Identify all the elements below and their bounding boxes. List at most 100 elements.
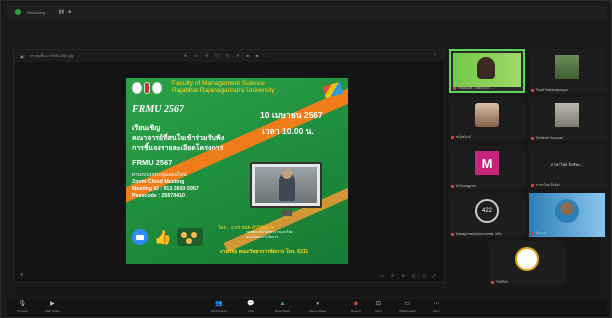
share-header: ▣ ประชุมชี้แจง FRMU2567.jpg ⊕ ⊖ ⟲ ▢ ✎ ✐ … — [14, 50, 444, 62]
zoom-out-small-icon[interactable]: ⊖ — [391, 273, 394, 278]
university-logo-icon — [132, 82, 142, 94]
participant-photo — [475, 103, 499, 127]
invite-line3: การชี้แจงรายละเอียดโครงการ — [132, 145, 224, 152]
participant-name: ManagementUmnmumsis. MSc — [451, 232, 502, 236]
meeting-people-icon — [177, 228, 204, 246]
frmu-logo-icon — [152, 82, 162, 94]
faculty-name: Faculty of Management Science Rajabhat R… — [172, 80, 275, 94]
slide-image: Faculty of Management Science Rajabhat R… — [126, 78, 348, 264]
more-icon[interactable]: … — [265, 53, 269, 58]
participant-video — [477, 57, 495, 79]
title-bar: Recording... ▮▮ ■ — [7, 5, 607, 19]
signature-line2: คณะวิทยาการจัดการ — [246, 235, 279, 239]
fullscreen-icon[interactable]: ⤢ — [433, 273, 436, 278]
unmute-label: Unmute — [17, 309, 28, 313]
participant-tile[interactable]: ชนัตต์นงค์ — [449, 97, 525, 141]
close-icon[interactable]: × — [433, 52, 436, 58]
participants-button[interactable]: 👥 Participants — [211, 301, 227, 313]
recording-dot-icon — [15, 9, 21, 15]
zoom-app-icon — [132, 229, 148, 245]
rotate-icon[interactable]: ⟲ — [205, 53, 208, 58]
participant-tile[interactable]: M M.Duangporn — [449, 145, 525, 189]
monitor-stand — [282, 210, 292, 216]
draw-icon[interactable]: ✐ — [236, 53, 239, 58]
fit-icon[interactable]: ▭ — [380, 273, 384, 278]
meeting-info: ผ่านระบบประชุมออนไลน์ Zoom Cloud Meeting… — [132, 172, 199, 200]
shared-file-name: ประชุมชี้แจง FRMU2567.jpg — [29, 54, 74, 58]
participant-tile[interactable]: ปิยมาศ — [529, 193, 605, 237]
passcode: Passcode : 25670410 — [132, 193, 186, 199]
participant-tile[interactable]: Suthinart Supanan — [529, 97, 605, 141]
faculty-logo-icon — [144, 82, 150, 94]
thumbs-up-icon: 👍 — [154, 228, 172, 245]
start-video-label: Start Video — [45, 309, 60, 313]
participant-tile[interactable]: Passcode : 25670410 ... — [449, 49, 525, 93]
window-title: Recording... — [27, 9, 49, 15]
viewer-footer: ⚙ ▭ ⊖ ⊕ ◫ ◻ ⤢ — [14, 268, 444, 282]
participant-tile[interactable]: FMRMS — [489, 241, 565, 285]
participant-photo — [555, 55, 579, 79]
zoom-in-icon[interactable]: ⊕ — [184, 53, 187, 58]
whiteboard-icon: ▭ — [404, 301, 411, 307]
presenter-head — [282, 169, 292, 179]
settings-icon[interactable]: ⚙ — [20, 272, 24, 277]
participant-name: M.Duangporn — [451, 184, 476, 188]
apps-button[interactable]: ⊡ Apps — [375, 301, 382, 313]
zoom-out-icon[interactable]: ⊖ — [194, 53, 197, 58]
shared-screen: ▣ ประชุมชี้แจง FRMU2567.jpg ⊕ ⊖ ⟲ ▢ ✎ ✐ … — [13, 49, 445, 283]
faculty-line2: Rajabhat Rajanagarindra University — [172, 87, 275, 94]
whiteboards-label: Whiteboards — [399, 309, 416, 313]
color-pink-icon[interactable]: ■ — [247, 53, 249, 58]
share-screen-icon: ▲ — [279, 301, 286, 307]
monitor-screen — [255, 167, 317, 203]
event-title: FRMU 2567 — [132, 104, 184, 115]
record-icon: ◉ — [353, 301, 359, 307]
participant-photo — [555, 199, 579, 223]
participant-tile[interactable]: ภาษาไทย ยิ่งชัยะ... ภาษาไทย ยิ่งชัยะ — [529, 145, 605, 189]
stop-recording-icon[interactable]: ■ — [68, 9, 71, 15]
zoom-window: Recording... ▮▮ ■ ▣ ประชุมชี้แจง FRMU256… — [0, 0, 612, 318]
pause-share-button[interactable]: ⏸ Pause Share — [309, 301, 326, 313]
start-video-button[interactable]: ▶ Start Video — [45, 301, 60, 313]
participant-gallery: Passcode : 25670410 ... Piyad Rattanapon… — [449, 49, 605, 289]
color-blue-icon[interactable]: ■ — [256, 53, 258, 58]
app-icon: ▣ — [20, 53, 24, 59]
pause-icon: ⏸ — [316, 301, 320, 307]
invite-line2: คณาจารย์ที่สนใจเข้าร่วมรับฟัง — [132, 135, 225, 142]
participants-icon: 👥 — [215, 301, 223, 307]
participant-name: Passcode : 25670410 ... — [453, 86, 494, 90]
window-icon[interactable]: ◻ — [422, 273, 425, 278]
info-line2: Zoom Cloud Meeting — [132, 179, 185, 185]
avatar: M — [475, 151, 499, 175]
whiteboards-button[interactable]: ▭ Whiteboards — [399, 301, 416, 313]
slide-footer: งานวิจัย คณะวิทยาการจัดการ โทร. 6211 — [220, 249, 309, 255]
participant-name: ภาษาไทย ยิ่งชัยะ — [531, 183, 560, 188]
zoom-in-small-icon[interactable]: ⊕ — [401, 273, 404, 278]
participant-photo — [555, 103, 579, 127]
record-button[interactable]: ◉ Record — [351, 301, 361, 313]
participant-logo: 422 — [475, 199, 499, 223]
invite-line1: เรียนเชิญ — [132, 125, 161, 132]
participant-tile[interactable]: 422 ManagementUmnmumsis. MSc — [449, 193, 525, 237]
split-icon[interactable]: ◫ — [412, 273, 416, 278]
more-label: More — [433, 309, 440, 313]
faculty-line1: Faculty of Management Science — [172, 80, 265, 87]
microphone-icon: 🎙 — [18, 301, 27, 307]
record-label: Record — [351, 309, 361, 313]
more-dots-icon: ⋯ — [433, 301, 440, 307]
chat-button[interactable]: 💬 Chat — [247, 301, 254, 313]
participant-tile[interactable]: Piyad Rattanapongsa — [529, 49, 605, 93]
edit-icon[interactable]: ✎ — [226, 53, 229, 58]
participant-logo — [515, 247, 539, 271]
participant-name: ปิยมาศ — [531, 231, 546, 236]
unmute-button[interactable]: 🎙 Unmute — [17, 301, 28, 313]
pause-recording-icon[interactable]: ▮▮ — [59, 9, 65, 15]
monitor-image — [250, 162, 322, 216]
video-camera-icon: ▶ — [50, 301, 55, 307]
meeting-id: Meeting ID : 913 3693 5957 — [132, 186, 199, 192]
crop-icon[interactable]: ▢ — [215, 53, 219, 58]
viewer-toolbar: ⊕ ⊖ ⟲ ▢ ✎ ✐ ■ ■ … — [184, 53, 269, 58]
more-button[interactable]: ⋯ More — [433, 301, 440, 313]
new-share-button[interactable]: ▲ New Share — [275, 301, 290, 313]
participant-name: ชนัตต์นงค์ — [451, 135, 471, 140]
